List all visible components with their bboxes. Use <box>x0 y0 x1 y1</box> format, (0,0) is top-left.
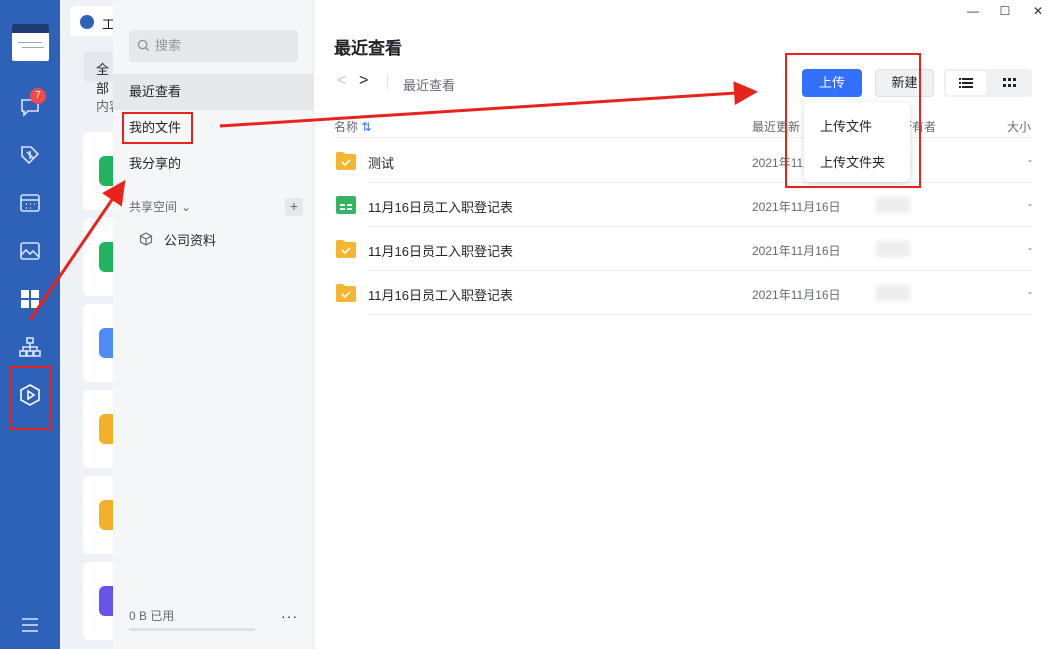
file-name: 11月16日员工入职登记表 <box>368 288 513 303</box>
workspace-tab-icon <box>80 15 94 29</box>
upload-folder-item[interactable]: 上传文件夹 <box>820 152 885 171</box>
breadcrumb-divider <box>387 75 388 89</box>
file-row[interactable]: 11月16日员工入职登记表 2021年11月16日 - <box>334 227 1032 271</box>
main-panel: — ☐ ✕ 最近查看 < > 最近查看 上传 新建 名称 ⇅ 最近更新 所有者 … <box>315 0 1053 649</box>
storage-usage: 0 B 已用 <box>129 609 175 623</box>
minimize-button[interactable]: — <box>965 4 981 18</box>
tag-icon[interactable] <box>17 142 43 168</box>
sidebar-item-recent[interactable]: 最近查看 <box>113 74 313 110</box>
file-date: 2021年11月16日 <box>752 244 841 258</box>
file-size: - <box>1028 153 1032 167</box>
file-date: 2021年11月16日 <box>752 200 841 214</box>
apps-icon[interactable] <box>17 286 43 312</box>
search-input[interactable]: 搜索 <box>129 30 298 62</box>
menu-icon[interactable] <box>17 612 43 638</box>
notification-badge: 7 <box>30 88 46 104</box>
sheet-icon <box>336 196 356 214</box>
column-header-size[interactable]: 大小 <box>1007 118 1031 135</box>
list-view-icon[interactable] <box>946 71 986 95</box>
sidebar-item-my-files[interactable]: 我的文件 <box>113 110 313 146</box>
close-button[interactable]: ✕ <box>1030 4 1046 18</box>
column-header-modified[interactable]: 最近更新 <box>752 118 800 135</box>
file-size: - <box>1028 285 1032 299</box>
sidebar-item-shared-by-me[interactable]: 我分享的 <box>113 146 313 182</box>
workspace-logo[interactable] <box>12 24 49 61</box>
column-header-name[interactable]: 名称 ⇅ <box>334 118 371 135</box>
file-date: 2021年11月16日 <box>752 288 841 302</box>
more-icon[interactable]: ··· <box>281 608 298 624</box>
chevron-down-icon: ⌄ <box>181 200 192 214</box>
search-icon <box>137 39 150 52</box>
file-name: 11月16日员工入职登记表 <box>368 244 513 259</box>
forward-arrow-icon[interactable]: > <box>359 72 368 90</box>
image-icon[interactable] <box>17 238 43 264</box>
drive-sidebar: 搜索 最近查看 我的文件 我分享的 共享空间 ⌄ + 公司资料 0 B 已用 ··… <box>113 0 314 649</box>
header-divider <box>334 137 1032 138</box>
upload-button[interactable]: 上传 <box>802 69 862 97</box>
folder-icon <box>336 240 356 258</box>
file-row[interactable]: 11月16日员工入职登记表 2021年11月16日 - <box>334 271 1032 315</box>
app-rail: 7 <box>0 0 60 649</box>
upload-menu: 上传文件 上传文件夹 <box>804 102 910 182</box>
breadcrumb[interactable]: 最近查看 <box>403 75 455 94</box>
storage-usage-bar <box>129 628 255 631</box>
file-owner <box>876 285 910 301</box>
row-divider <box>368 314 1032 315</box>
org-chart-icon[interactable] <box>17 334 43 360</box>
file-owner <box>876 241 910 257</box>
page-title: 最近查看 <box>334 39 402 58</box>
calendar-icon[interactable] <box>17 190 43 216</box>
file-size: - <box>1028 197 1032 211</box>
shared-space-header[interactable]: 共享空间 ⌄ <box>129 198 191 215</box>
file-name: 11月16日员工入职登记表 <box>368 200 513 215</box>
file-name: 测试 <box>368 156 395 171</box>
file-row[interactable]: 测试 2021年11月16日 - <box>334 139 1032 183</box>
new-button[interactable]: 新建 <box>875 69 934 97</box>
file-owner <box>876 197 910 213</box>
view-toggle <box>944 69 1032 97</box>
grid-view-icon[interactable] <box>990 71 1030 95</box>
maximize-button[interactable]: ☐ <box>997 4 1013 18</box>
file-size: - <box>1028 241 1032 255</box>
file-row[interactable]: 11月16日员工入职登记表 2021年11月16日 - <box>334 183 1032 227</box>
folder-icon <box>336 152 356 170</box>
folder-icon <box>336 284 356 302</box>
upload-file-item[interactable]: 上传文件 <box>820 116 872 135</box>
drive-icon[interactable] <box>17 382 43 408</box>
back-arrow-icon[interactable]: < <box>337 72 346 90</box>
sort-icon: ⇅ <box>361 120 372 134</box>
add-shared-space-button[interactable]: + <box>285 198 303 216</box>
cube-icon <box>139 232 153 246</box>
